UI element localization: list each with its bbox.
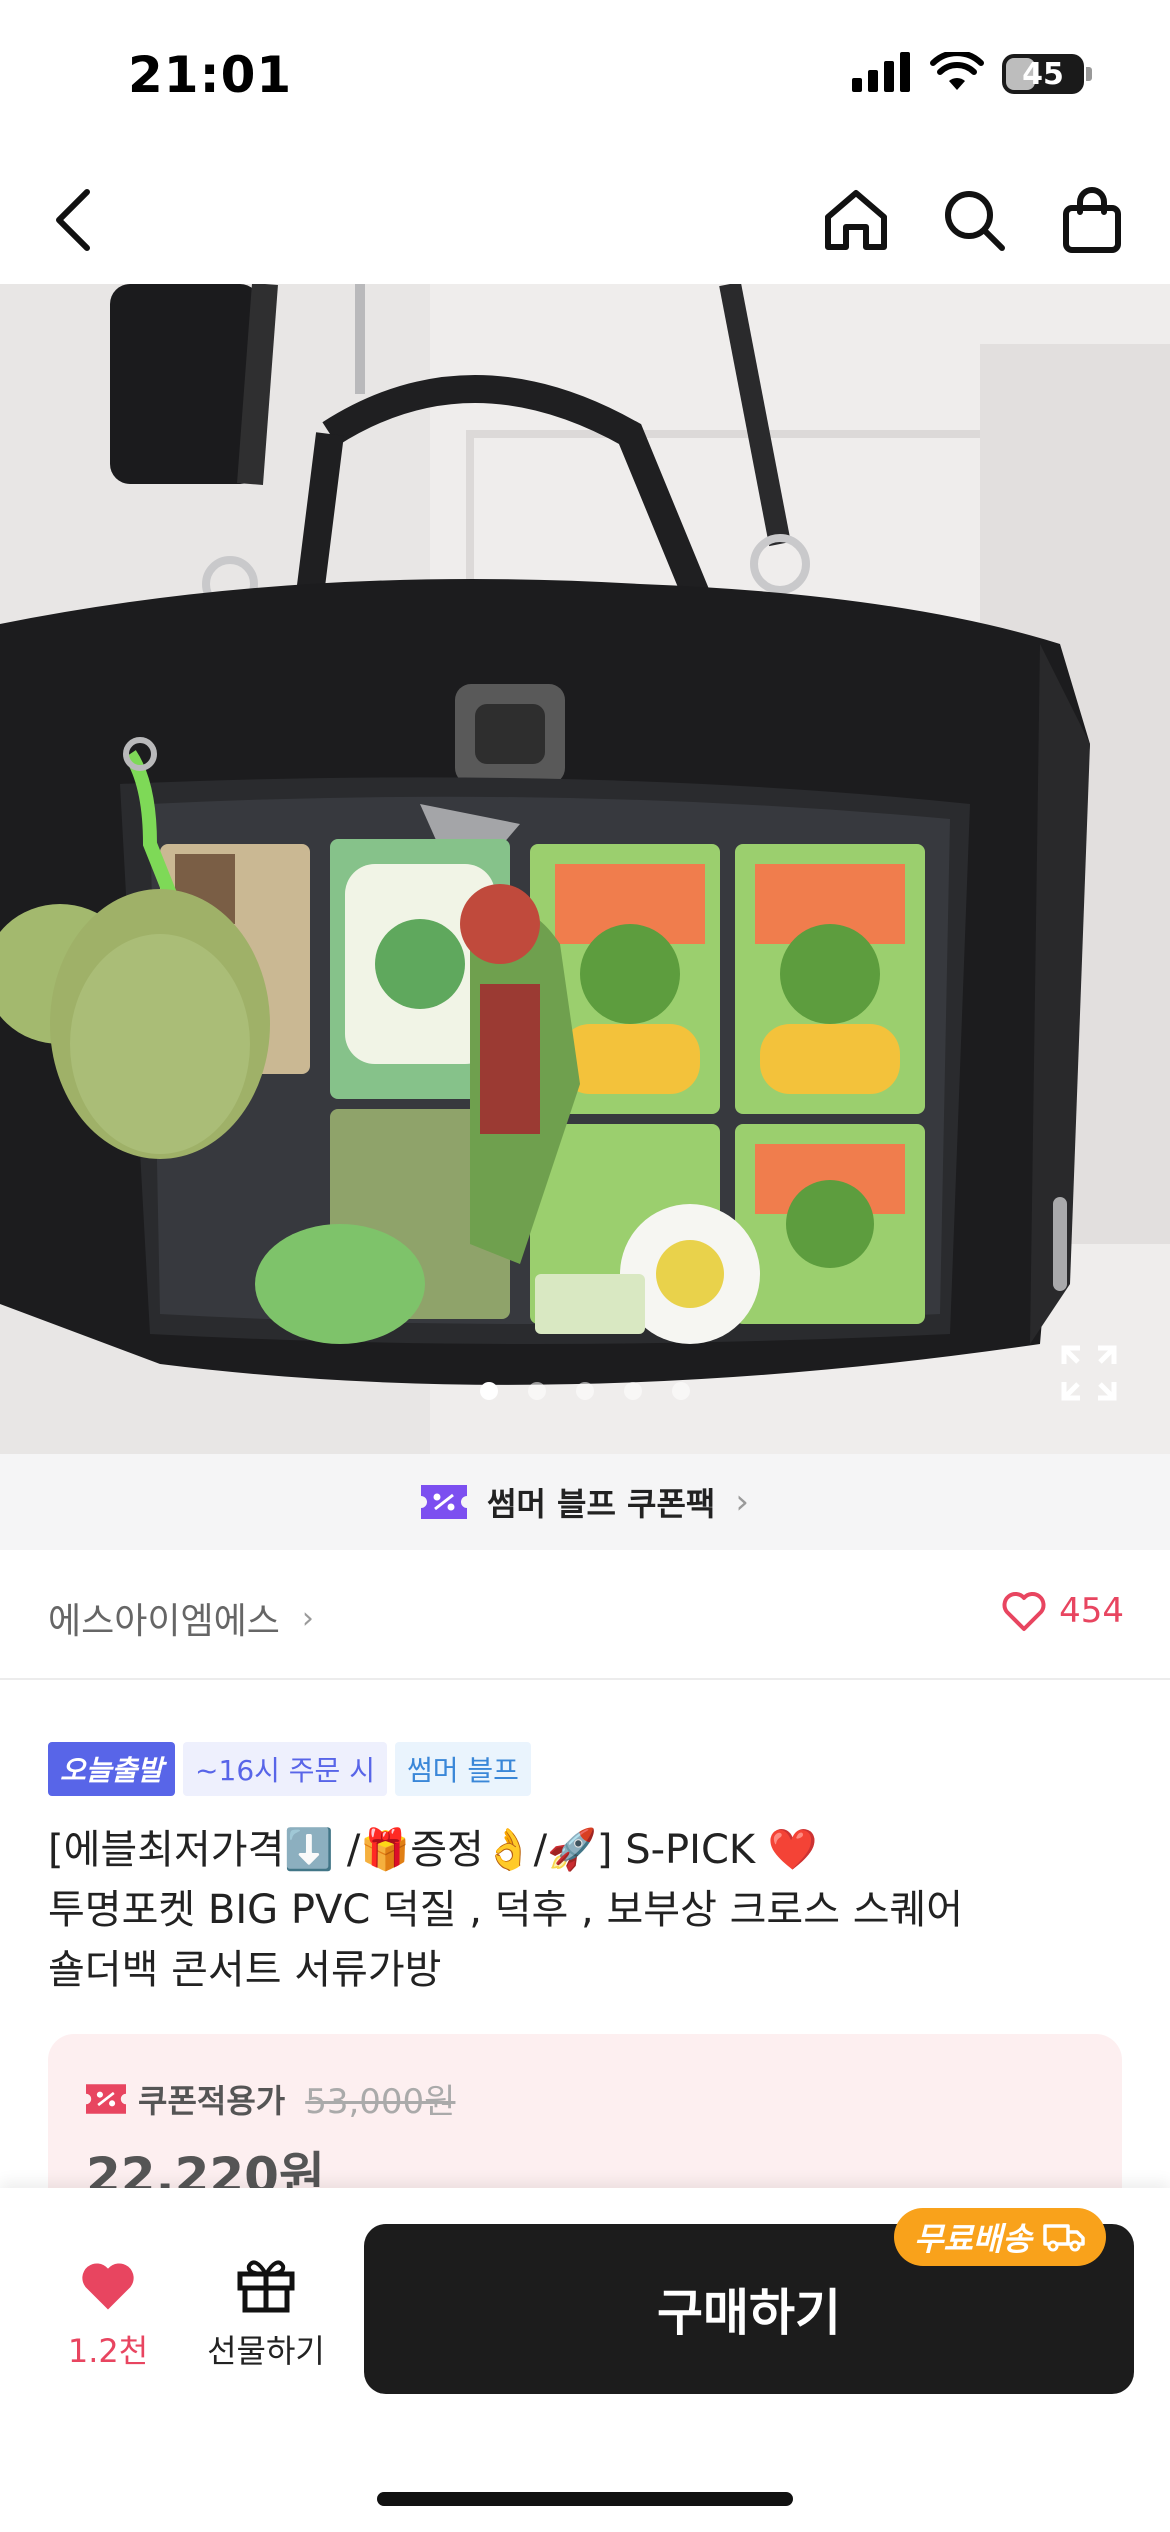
- order-cutoff-badge: ~16시 주문 시: [183, 1742, 387, 1796]
- gallery-dot[interactable]: [576, 1382, 594, 1400]
- status-icons: 45: [852, 50, 1092, 96]
- event-badge: 썸머 블프: [394, 1742, 531, 1796]
- battery-percent: 45: [1022, 56, 1064, 92]
- cart-button[interactable]: [1054, 182, 1130, 258]
- coupon-price-label: 쿠폰적용가: [138, 2081, 286, 2120]
- chevron-right-icon: ›: [301, 1600, 314, 1636]
- free-shipping-label: 무료배송: [914, 2220, 1032, 2258]
- product-title: [에블최저가격⬇️ /🎁증정👌/🚀] S-PICK ❤️ 투명포켓 BIG PV…: [48, 1820, 1108, 2000]
- wifi-icon: [930, 50, 984, 96]
- gallery-dot[interactable]: [624, 1382, 642, 1400]
- coupon-icon: [86, 2083, 126, 2114]
- product-title-line: 투명포켓 BIG PVC 덕질 , 덕후 , 보부상 크로스 스퀘어: [48, 1887, 964, 1933]
- product-title-line: 숄더백 콘서트 서류가방: [48, 1947, 442, 1993]
- heart-filled-icon: [82, 2263, 134, 2310]
- original-price: 53,000원: [305, 2082, 456, 2122]
- free-shipping-badge: 무료배송: [894, 2208, 1106, 2266]
- coupon-pack-banner[interactable]: 썸머 블프 쿠폰팩 ›: [0, 1454, 1170, 1550]
- coupon-icon: [421, 1485, 467, 1519]
- shopping-bag-icon: [1063, 187, 1121, 253]
- gallery-dot[interactable]: [528, 1382, 546, 1400]
- store-like-count: 454: [1059, 1591, 1124, 1631]
- wishlist-button[interactable]: 1.2천: [58, 2260, 158, 2372]
- battery-indicator: 45: [1002, 54, 1084, 94]
- truck-icon: [1043, 2224, 1085, 2252]
- gift-button[interactable]: 선물하기: [196, 2254, 336, 2372]
- store-like-button[interactable]: 454: [1001, 1590, 1124, 1632]
- home-button[interactable]: [818, 182, 894, 258]
- gift-label: 선물하기: [207, 2332, 325, 2370]
- search-button[interactable]: [936, 182, 1012, 258]
- gallery-dot[interactable]: [480, 1382, 498, 1400]
- seller-link[interactable]: 에스아이엠에스 ›: [48, 1592, 314, 1644]
- battery-cap: [1086, 67, 1092, 81]
- wishlist-count: 1.2천: [67, 2332, 149, 2370]
- seller-name: 에스아이엠에스: [48, 1601, 280, 1642]
- back-button[interactable]: [38, 182, 108, 258]
- nav-actions: [818, 182, 1130, 258]
- coupon-pack-label: 썸머 블프 쿠폰팩: [487, 1485, 716, 1523]
- search-icon: [945, 191, 1005, 251]
- signal-icon: [852, 52, 912, 96]
- heart-outline-icon: [1002, 1592, 1046, 1631]
- status-time: 21:01: [128, 46, 293, 104]
- seller-row: 에스아이엠에스 › 454: [0, 1552, 1170, 1680]
- chevron-left-icon: [56, 189, 90, 251]
- today-shipping-badge: 오늘출발: [48, 1742, 176, 1796]
- product-tags: 오늘출발 ~16시 주문 시 썸머 블프: [48, 1742, 531, 1796]
- gift-icon: [237, 2260, 295, 2313]
- gallery-pagination: [0, 1382, 1170, 1400]
- product-title-line: [에블최저가격⬇️ /🎁증정👌/🚀] S-PICK ❤️: [48, 1827, 818, 1873]
- status-bar: 21:01 45: [0, 0, 1170, 150]
- expand-icon[interactable]: [1060, 1344, 1118, 1402]
- home-icon: [825, 190, 887, 250]
- product-photo: [0, 284, 1170, 1454]
- product-image-gallery[interactable]: [0, 284, 1170, 1454]
- coupon-price-row: 쿠폰적용가 53,000원: [86, 2074, 455, 2123]
- gallery-dot[interactable]: [672, 1382, 690, 1400]
- nav-bar: [0, 160, 1170, 280]
- home-indicator: [377, 2492, 793, 2506]
- chevron-right-icon: ›: [735, 1482, 749, 1522]
- bottom-action-bar: 1.2천 선물하기 구매하기 무료배송: [0, 2188, 1170, 2532]
